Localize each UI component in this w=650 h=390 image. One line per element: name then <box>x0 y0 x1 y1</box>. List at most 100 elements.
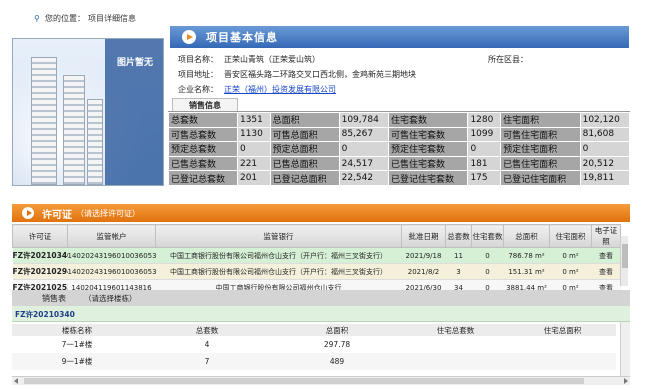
permit-cell-date: 2021/8/2 <box>401 263 446 280</box>
building-col-header: 住宅总面积 <box>509 324 616 336</box>
building-scrollbar[interactable] <box>620 322 630 376</box>
building-col-header: 总面积 <box>272 324 402 336</box>
building-col-header: 总套数 <box>142 324 272 336</box>
building-row[interactable]: 7一1#楼 4 297.78 <box>12 336 616 353</box>
building-cell <box>509 336 616 353</box>
permit-cell-res: 0 <box>471 263 504 280</box>
arrow-circle-icon <box>182 30 196 44</box>
sales-value: 0 <box>467 141 502 157</box>
sales-value: 1099 <box>467 126 502 143</box>
sales-label: 预定住宅套数 <box>387 141 469 157</box>
sales-info-table: 总套数 1351 总面积 109,784 住宅套数 1280 住宅面积 102,120 可售总套… <box>168 112 631 186</box>
sales-label: 住宅面积 <box>500 112 581 128</box>
view-certificate-link[interactable]: 查看 <box>591 263 621 280</box>
sales-label: 已登记住宅套数 <box>387 170 469 186</box>
district-label: 所在区县： <box>488 55 528 64</box>
selected-permit-no: FZ许20210340 <box>15 310 75 319</box>
permit-col-header: 总套数 <box>445 224 472 248</box>
sales-value: 1130 <box>236 126 271 143</box>
company-label: 企业名称： <box>178 85 218 94</box>
permit-col-header: 批准日期 <box>401 224 446 248</box>
sales-row: 预定总套数 0 预定总面积 0 预定住宅套数 0 预定住宅面积 0 <box>168 141 631 157</box>
sales-info-tab[interactable]: 销售信息 <box>172 98 238 112</box>
permit-cell-bank: 中国工商银行股份有限公司福州仓山支行（开户行：福州三叉街支行） <box>155 263 402 280</box>
permit-row[interactable]: FZ许20210340 14020243196010036053 中国工商银行股份有… <box>12 247 621 264</box>
sales-value: 19,811 <box>579 170 631 186</box>
sales-label: 预定总面积 <box>269 141 340 157</box>
sales-value: 1280 <box>467 112 502 128</box>
permit-row[interactable]: FZ许20210294 14020243196010036053 中国工商银行股份有… <box>12 263 621 280</box>
sales-value: 20,512 <box>579 155 631 172</box>
view-certificate-link[interactable]: 查看 <box>591 247 621 264</box>
permit-cell-total: 11 <box>445 247 472 264</box>
breadcrumb: ⚲ 您的位置： 项目详细信息 <box>34 13 136 24</box>
permit-cell-no: FZ许20210340 <box>12 247 68 264</box>
sales-label: 已登记住宅面积 <box>500 170 581 186</box>
project-address-label: 项目地址： <box>178 70 218 79</box>
permit-cell-total: 3 <box>445 263 472 280</box>
permit-col-header: 监管帐户 <box>67 224 156 248</box>
sales-value: 81,608 <box>579 126 631 143</box>
permit-col-header: 监管银行 <box>155 224 402 248</box>
sales-value: 1351 <box>236 112 271 128</box>
sales-value: 85,267 <box>338 126 389 143</box>
permit-col-header: 住宅套数 <box>471 224 504 248</box>
sales-label: 已登记总套数 <box>168 170 238 186</box>
sales-label: 住宅套数 <box>387 112 469 128</box>
building-graphic <box>87 99 103 185</box>
permit-header: 许可证 （请选择许可证） <box>12 204 630 222</box>
permit-cell-area: 786.78 m² <box>503 247 550 264</box>
breadcrumb-prefix: 您的位置： <box>45 14 85 23</box>
building-graphic <box>63 75 85 185</box>
project-address-value: 晋安区福头路二环路交叉口西北侧，金鸡新苑三期地块 <box>224 70 416 79</box>
sales-value: 102,120 <box>579 112 631 128</box>
permit-col-header: 许可证 <box>12 224 68 248</box>
arrow-circle-icon <box>22 207 34 219</box>
permit-title: 许可证 <box>42 209 72 221</box>
sales-row: 可售总套数 1130 可售总面积 85,267 可售住宅套数 1099 可售住宅面积 81,6… <box>168 126 631 143</box>
sales-value: 181 <box>467 155 502 172</box>
breadcrumb-current: 项目详细信息 <box>88 14 136 23</box>
sales-table-title: 销售表 <box>42 293 66 303</box>
sales-value: 24,517 <box>338 155 389 172</box>
permit-cell-res: 0 <box>471 247 504 264</box>
building-cell <box>402 336 509 353</box>
project-name-label: 项目名称： <box>178 55 218 64</box>
scroll-right-icon[interactable] <box>624 378 628 384</box>
building-cell: 9一1#楼 <box>12 353 142 370</box>
horizontal-scrollbar[interactable] <box>12 376 630 385</box>
sales-label: 已售总套数 <box>168 155 238 172</box>
permit-table: 许可证 监管帐户 监管银行 批准日期 总套数 住宅套数 总面积 住宅面积 电子证照 FZ许202… <box>12 224 621 296</box>
sales-label: 预定住宅面积 <box>500 141 581 157</box>
sales-label: 已售总面积 <box>269 155 340 172</box>
building-row[interactable]: 9一1#楼 7 489 <box>12 353 616 370</box>
sales-row: 已登记总套数 201 已登记总面积 22,542 已登记住宅套数 175 已登记住宅面积 19… <box>168 170 631 186</box>
project-name-value: 正荣山青筑（正荣爱山筑） <box>224 55 320 64</box>
building-cell: 4 <box>204 340 210 349</box>
building-cell: 7 <box>142 353 272 370</box>
sales-label: 可售住宅面积 <box>500 126 581 143</box>
sales-value: 221 <box>236 155 271 172</box>
building-cell <box>402 353 509 370</box>
sales-row: 已售总套数 221 已售总面积 24,517 已售住宅套数 181 已售住宅面积 20,512 <box>168 155 631 172</box>
permit-cell-account: 14020243196010036053 <box>67 263 156 280</box>
company-link[interactable]: 正荣（福州）投资发展有限公司 <box>224 84 336 95</box>
permit-cell-date: 2021/9/18 <box>401 247 446 264</box>
permit-cell-area: 151.31 m² <box>503 263 550 280</box>
sales-label: 总套数 <box>168 112 238 128</box>
permit-col-header: 住宅面积 <box>549 224 592 248</box>
sales-table-hint: （请选择楼栋） <box>84 293 137 303</box>
sales-value: 109,784 <box>338 112 389 128</box>
sales-label: 预定总套数 <box>168 141 238 157</box>
building-table: 楼栋名称 总套数 总面积 住宅总套数 住宅总面积 7一1#楼 4 297.78 9一1#楼 7 4… <box>12 324 616 370</box>
permit-scrollbar[interactable] <box>620 236 628 286</box>
building-cell: 297.78 <box>323 340 351 349</box>
sales-value: 22,542 <box>338 170 389 186</box>
sales-label: 可售总套数 <box>168 126 238 143</box>
scroll-left-icon[interactable] <box>14 378 18 384</box>
building-cell <box>509 353 616 370</box>
permit-col-header: 总面积 <box>503 224 550 248</box>
sales-label: 可售住宅套数 <box>387 126 469 143</box>
building-col-header: 住宅总套数 <box>402 324 509 336</box>
building-cell: 489 <box>272 353 402 370</box>
